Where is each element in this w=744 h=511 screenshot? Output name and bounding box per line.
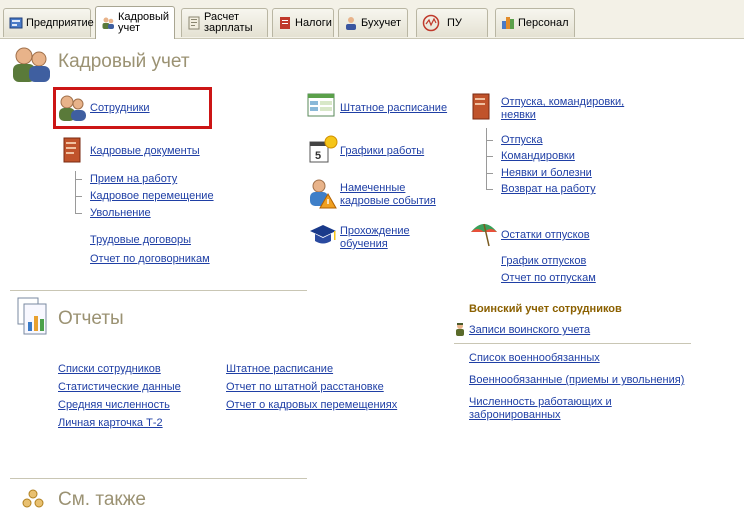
tab-accounting[interactable]: Бухучет (338, 8, 408, 37)
svg-text:5: 5 (315, 150, 321, 162)
military-hires-dismissals-link[interactable]: Военнообязанные (приемы и увольнения) (469, 374, 684, 386)
tab-pu[interactable]: ПУ (416, 8, 488, 37)
dismissal-link[interactable]: Увольнение (90, 207, 151, 219)
labor-contracts-link[interactable]: Трудовые договоры (90, 234, 191, 246)
staff-schedule-report-link[interactable]: Штатное расписание (226, 363, 333, 375)
vacation-balance-link[interactable]: Остатки отпусков (501, 229, 590, 241)
vacation-link[interactable]: Отпуска (501, 134, 543, 146)
hire-link[interactable]: Прием на работу (90, 173, 177, 185)
work-schedules-icon: 5 (309, 135, 338, 163)
vacations-bracket (486, 128, 487, 190)
soldier-icon (456, 323, 464, 336)
military-list-link[interactable]: Список военнообязанных (469, 352, 600, 364)
hr-accounting-section-icon (13, 47, 50, 82)
employee-lists-link[interactable]: Списки сотрудников (58, 363, 161, 375)
hr-section-title: Кадровый учет (58, 51, 190, 72)
employees-icon (102, 17, 114, 29)
reports-divider (10, 290, 307, 291)
tab-personnel[interactable]: Персонал (495, 8, 575, 37)
hr-documents-icon (63, 137, 81, 163)
vacations-header-link[interactable]: Отпуска, командировки, неявки (501, 96, 624, 121)
tab-taxes[interactable]: Налоги (272, 8, 334, 37)
see-also-divider (10, 478, 307, 479)
work-schedules-link[interactable]: Графики работы (340, 145, 424, 157)
section-tab-bar: Предприятие Кадровый учет Расчет зарплат… (0, 0, 744, 39)
pu-logo-icon (422, 14, 440, 32)
military-divider (454, 343, 691, 344)
staff-schedule-icon (307, 93, 335, 117)
tab-hr-accounting[interactable]: Кадровый учет (95, 6, 175, 39)
training-icon (310, 225, 336, 244)
business-trips-link[interactable]: Командировки (501, 150, 575, 162)
accountant-icon (346, 17, 356, 30)
umbrella-icon (471, 223, 497, 247)
enterprise-icon (9, 17, 23, 29)
reserved-employees-link[interactable]: Численность работающих и забронированных (469, 396, 612, 421)
staff-schedule-link[interactable]: Штатное расписание (340, 102, 447, 114)
transfer-link[interactable]: Кадровое перемещение (90, 190, 214, 202)
absences-link[interactable]: Неявки и болезни (501, 167, 592, 179)
training-link[interactable]: Прохождение обучения (340, 225, 410, 250)
see-also-section-title: См. также (58, 489, 146, 510)
average-headcount-link[interactable]: Средняя численность (58, 399, 170, 411)
planned-events-link[interactable]: Намеченные кадровые события (340, 182, 436, 207)
contractors-report-link[interactable]: Отчет по договорникам (90, 253, 210, 265)
vacations-icon (472, 93, 490, 120)
hr-documents-link[interactable]: Кадровые документы (90, 145, 200, 157)
tab-payroll[interactable]: Расчет зарплаты (181, 8, 268, 37)
military-records-link[interactable]: Записи воинского учета (469, 324, 590, 336)
vacation-report-link[interactable]: Отчет по отпускам (501, 272, 596, 284)
reports-section-icon (17, 297, 47, 335)
military-section-title: Воинский учет сотрудников (469, 303, 622, 315)
taxes-icon (280, 17, 290, 29)
return-to-work-link[interactable]: Возврат на работу (501, 183, 596, 195)
hr-docs-bracket (75, 171, 76, 214)
personal-card-link[interactable]: Личная карточка Т-2 (58, 417, 163, 429)
tab-enterprise[interactable]: Предприятие (3, 8, 94, 37)
highlight-box (53, 87, 212, 129)
staff-placement-report-link[interactable]: Отчет по штатной расстановке (226, 381, 384, 393)
statistics-link[interactable]: Статистические данные (58, 381, 181, 393)
vacation-schedule-link[interactable]: График отпусков (501, 255, 586, 267)
payroll-icon (188, 16, 200, 30)
personnel-icon (502, 17, 514, 29)
hr-moves-report-link[interactable]: Отчет о кадровых перемещениях (226, 399, 397, 411)
see-also-icon (22, 489, 44, 508)
reports-section-title: Отчеты (58, 308, 124, 329)
planned-events-icon (310, 179, 337, 209)
